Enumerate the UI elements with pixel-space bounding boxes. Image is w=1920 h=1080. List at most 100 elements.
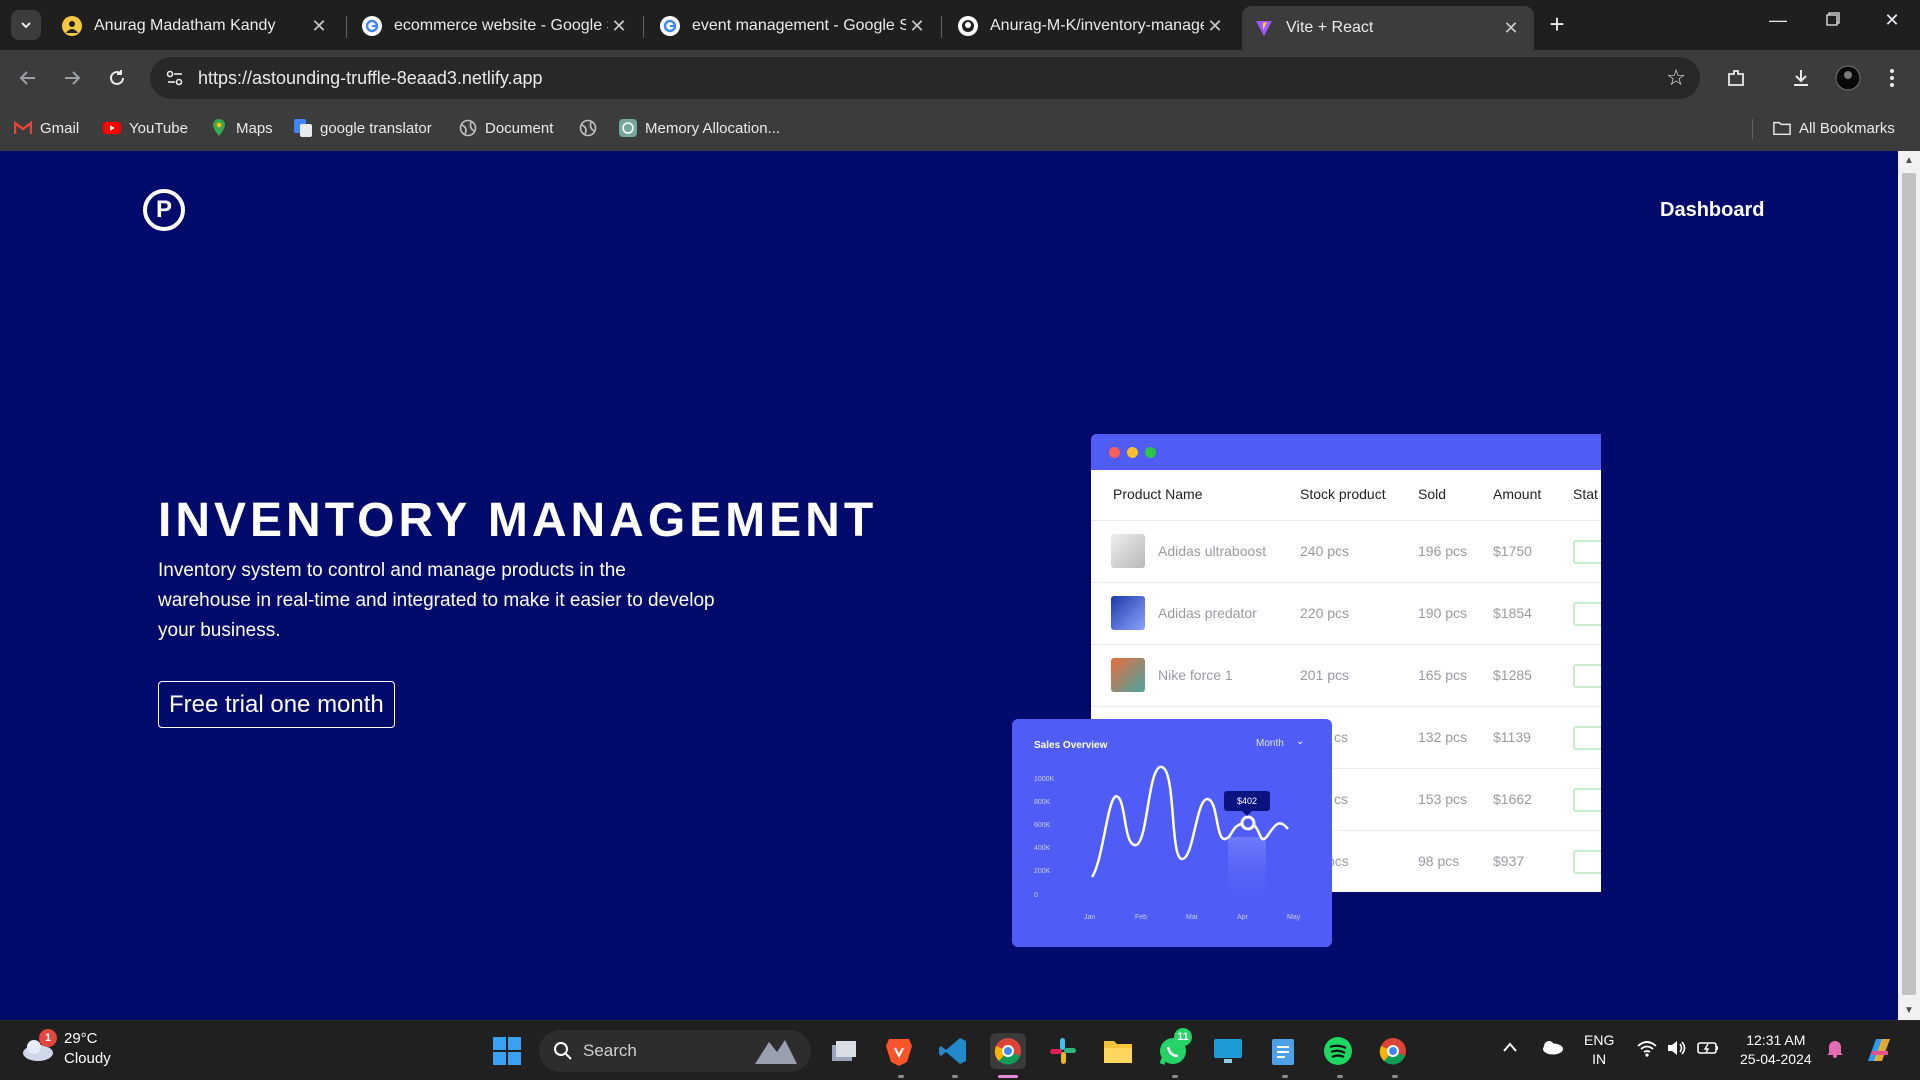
close-window-button[interactable]: ✕ [1872, 10, 1912, 31]
profile-avatar[interactable] [1832, 62, 1864, 94]
brand-logo[interactable]: P [143, 189, 185, 231]
brave-app[interactable] [881, 1033, 917, 1069]
tab-profile[interactable]: Anurag Madatham Kandy ✕ [50, 8, 342, 44]
tab-ecommerce-search[interactable]: ecommerce website - Google Search ✕ [350, 8, 642, 44]
tab-title: ecommerce website - Google Search [394, 17, 608, 34]
spotify-app[interactable] [1320, 1033, 1356, 1069]
restore-button[interactable] [1813, 10, 1853, 31]
folder-icon [1104, 1041, 1132, 1063]
tab-separator [941, 16, 942, 38]
tab-separator [643, 16, 644, 38]
new-tab-button[interactable]: + [1543, 11, 1571, 37]
chrome-profile-app[interactable] [1375, 1033, 1411, 1069]
running-indicator [952, 1075, 958, 1078]
clock-time: 12:31 AM [1746, 1032, 1806, 1048]
remote-desktop-app[interactable] [1210, 1033, 1246, 1069]
file-explorer-app[interactable] [1100, 1033, 1136, 1069]
scroll-up-arrow[interactable]: ▲ [1898, 155, 1920, 166]
forward-button[interactable] [56, 62, 88, 94]
site-info-icon[interactable] [164, 67, 186, 89]
close-icon[interactable]: ✕ [1500, 18, 1522, 39]
bookmark-google-translator[interactable]: google translator [294, 116, 432, 140]
bookmark-gmail[interactable]: Gmail [14, 116, 79, 140]
vscode-app[interactable] [935, 1033, 971, 1069]
menu-button[interactable] [1876, 62, 1908, 94]
close-icon[interactable]: ✕ [608, 16, 630, 37]
notepad-app[interactable] [1265, 1033, 1301, 1069]
search-icon [554, 1042, 572, 1060]
tab-github[interactable]: Anurag-M-K/inventory-management ✕ [946, 8, 1238, 44]
status-badge [1573, 788, 1601, 812]
bookmark-star-icon[interactable]: ☆ [1666, 65, 1686, 91]
sold-cell: 190 pcs [1418, 605, 1468, 621]
extensions-button[interactable] [1720, 62, 1752, 94]
address-bar[interactable]: https://astounding-truffle-8eaad3.netlif… [150, 57, 1700, 99]
scroll-down-arrow[interactable]: ▼ [1898, 1005, 1920, 1016]
bookmark-maps[interactable]: Maps [210, 116, 273, 140]
status-badge [1573, 850, 1601, 874]
amount-cell: $1750 [1493, 543, 1532, 559]
close-icon[interactable]: ✕ [906, 16, 928, 37]
running-indicator [1172, 1075, 1178, 1078]
clock[interactable]: 12:31 AM 25-04-2024 [1740, 1031, 1812, 1069]
start-button[interactable] [489, 1033, 525, 1069]
stock-cell: cs [1334, 729, 1348, 745]
chatgpt-icon [619, 119, 637, 137]
onedrive-button[interactable] [1540, 1039, 1564, 1060]
downloads-button[interactable] [1785, 62, 1817, 94]
task-view-button[interactable] [826, 1033, 862, 1069]
bookmark-label: Maps [236, 119, 273, 137]
whatsapp-app[interactable]: 11 [1155, 1028, 1192, 1069]
browser-toolbar: https://astounding-truffle-8eaad3.netlif… [0, 50, 1920, 106]
reload-button[interactable] [101, 62, 133, 94]
tab-search-button[interactable] [11, 10, 41, 40]
product-name: Adidas predator [1158, 605, 1257, 621]
y-tick-label: 400K [1034, 845, 1051, 852]
bookmark-youtube[interactable]: YouTube [103, 116, 188, 140]
minimize-button[interactable]: — [1758, 10, 1798, 31]
status-badge [1573, 602, 1601, 626]
chevron-up-icon [1503, 1042, 1517, 1052]
bookmark-memory-allocation[interactable]: Memory Allocation... [619, 116, 780, 140]
sales-line-chart: 1000K 800K 600K 400K 200K 0 Jan Feb Mar … [1034, 765, 1301, 921]
notifications-button[interactable] [1826, 1038, 1844, 1063]
url-text[interactable]: https://astounding-truffle-8eaad3.netlif… [198, 68, 543, 89]
taskbar-search[interactable]: Search [539, 1030, 811, 1072]
chevron-down-icon [21, 22, 31, 29]
x-tick-label: Mar [1186, 914, 1199, 921]
slack-app[interactable] [1045, 1033, 1081, 1069]
close-icon[interactable]: ✕ [308, 16, 330, 37]
scroll-thumb[interactable] [1902, 173, 1916, 995]
bookmark-globe[interactable] [579, 116, 605, 140]
show-hidden-icons[interactable] [1502, 1039, 1518, 1058]
copilot-button[interactable] [1862, 1033, 1896, 1072]
tab-bar: Anurag Madatham Kandy ✕ ecommerce websit… [0, 0, 1920, 50]
dashboard-link[interactable]: Dashboard [1660, 199, 1764, 222]
stock-cell: 201 pcs [1300, 667, 1350, 683]
chrome-app-active[interactable] [990, 1033, 1026, 1069]
sold-cell: 153 pcs [1418, 791, 1468, 807]
chrome-icon [994, 1038, 1021, 1065]
gmail-icon [14, 119, 32, 137]
language-indicator[interactable]: ENG IN [1584, 1031, 1614, 1069]
globe-icon [579, 119, 597, 137]
wifi-icon [1637, 1041, 1657, 1057]
tab-vite-react[interactable]: Vite + React ✕ [1242, 6, 1534, 50]
tab-event-search[interactable]: event management - Google Search ✕ [648, 8, 940, 44]
running-indicator [1282, 1075, 1288, 1078]
free-trial-button[interactable]: Free trial one month [158, 681, 395, 728]
all-bookmarks-button[interactable]: All Bookmarks [1773, 116, 1895, 140]
table-row: Adidas predator 220 pcs 190 pcs $1854 [1091, 582, 1601, 644]
column-header: Amount [1493, 486, 1542, 502]
tab-separator [346, 16, 347, 38]
window-dot-yellow [1127, 447, 1138, 458]
weather-widget[interactable]: 1 29°C Cloudy [20, 1029, 111, 1069]
close-icon[interactable]: ✕ [1204, 16, 1226, 37]
page-scrollbar[interactable]: ▲ ▼ [1898, 151, 1920, 1020]
bookmark-document[interactable]: Document [459, 116, 553, 140]
translate-icon [294, 119, 312, 137]
status-badge [1573, 540, 1601, 564]
quick-settings[interactable] [1636, 1039, 1720, 1062]
back-button[interactable] [12, 62, 44, 94]
running-indicator [1337, 1075, 1343, 1078]
